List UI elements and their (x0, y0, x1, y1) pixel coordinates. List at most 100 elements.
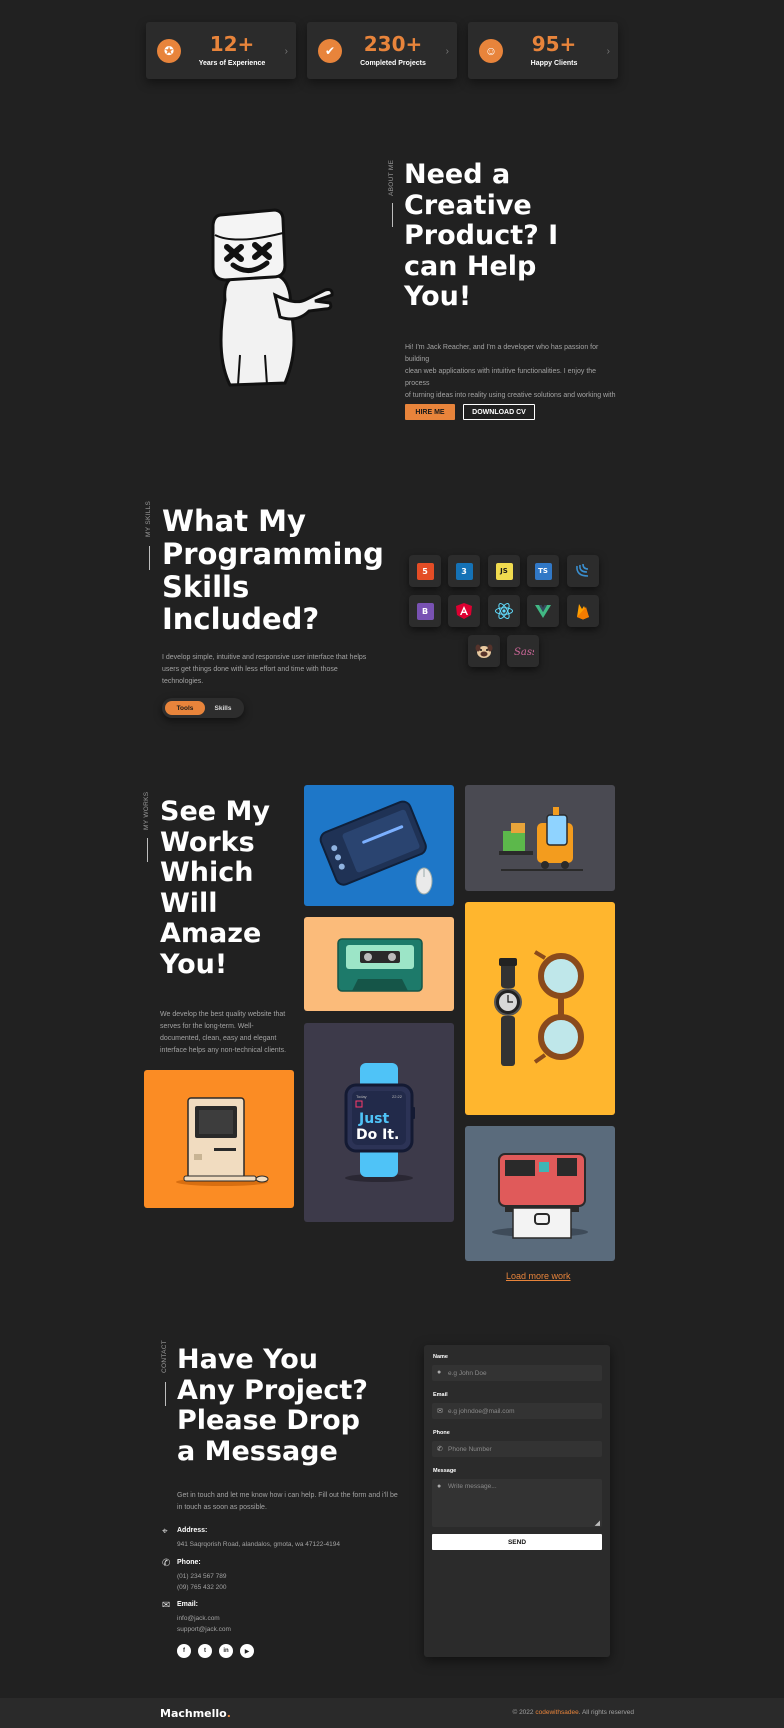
section-label-about: ABOUT ME (388, 159, 395, 196)
stat-card-experience[interactable]: ✪ 12+ Years of Experience › (146, 22, 296, 79)
email-label: Email (433, 1392, 448, 1398)
works-description-line: We develop the best quality website that (160, 1011, 286, 1018)
works-heading-line: Amaze (160, 918, 262, 949)
skills-description-line: technologies. (162, 678, 204, 685)
works-heading-line: See My (160, 796, 270, 827)
email-value-1: info@jack.com (177, 1615, 220, 1622)
contact-heading-line: a Message (177, 1435, 338, 1467)
skill-javascript[interactable]: JS (488, 555, 520, 587)
author-link[interactable]: codewithsadee (535, 1709, 578, 1716)
works-heading-line: Will (160, 887, 218, 919)
chat-icon: ● (437, 1483, 442, 1490)
skill-bootstrap[interactable]: B (409, 595, 441, 627)
email-input[interactable]: ✉ e.g johndoe@mail.com (432, 1403, 602, 1419)
about-description-line: of turning ideas into reality using crea… (405, 392, 616, 399)
html5-icon: 5 (416, 562, 434, 580)
phone-placeholder: Phone Number (448, 1445, 492, 1453)
skill-jquery[interactable] (567, 555, 599, 587)
works-description: We develop the best quality website that… (160, 1009, 295, 1057)
javascript-icon: JS (495, 562, 513, 580)
stat-card-clients[interactable]: ☺ 95+ Happy Clients › (468, 22, 618, 79)
work-item-watch-glasses[interactable] (465, 902, 615, 1115)
section-divider (165, 1382, 166, 1406)
send-button[interactable]: SEND (432, 1534, 602, 1550)
contact-description: Get in touch and let me know how i can h… (177, 1490, 402, 1514)
contact-description-line: in touch as soon as possible. (177, 1504, 267, 1511)
cassette-image (337, 938, 423, 992)
check-badge-icon: ✔ (318, 39, 342, 63)
name-input[interactable]: ● e.g John Doe (432, 1365, 602, 1381)
delivery-image (499, 807, 583, 871)
name-label: Name (433, 1354, 448, 1360)
facebook-icon[interactable]: f (177, 1644, 191, 1658)
about-heading-line: Need a (404, 159, 511, 190)
work-item-delivery[interactable] (465, 785, 615, 891)
sass-icon: Sass (514, 647, 534, 658)
work-item-retro-computer[interactable] (144, 1070, 294, 1208)
about-description-line: clean web applications with intuitive fu… (405, 368, 597, 387)
skills-description-line: I develop simple, intuitive and responsi… (162, 654, 367, 661)
resize-handle-icon[interactable]: ◢ (595, 1519, 600, 1527)
message-textarea[interactable]: ● Write message... ◢ (432, 1479, 602, 1527)
stat-label: Years of Experience (198, 60, 266, 67)
section-divider (147, 838, 148, 862)
linkedin-icon[interactable]: in (219, 1644, 233, 1658)
contact-description-line: Get in touch and let me know how i can h… (177, 1492, 398, 1499)
toggle-skills-button[interactable]: Skills (206, 701, 240, 715)
marshmello-character-illustration (211, 208, 334, 387)
email-value-2: support@jack.com (177, 1626, 231, 1633)
users-icon: ☺ (479, 39, 503, 63)
work-item-smartwatch[interactable]: Today 22:22 Just Do It. (304, 1023, 454, 1222)
skills-heading-line: Programming (162, 536, 384, 571)
skill-angular[interactable] (448, 595, 480, 627)
hire-me-button[interactable]: HIRE ME (405, 404, 455, 420)
toggle-tools-button[interactable]: Tools (165, 701, 205, 715)
section-divider (149, 546, 150, 570)
section-label-works: MY WORKS (143, 791, 150, 830)
drawing-tablet-image (319, 800, 433, 895)
watch-text-line-2: Do It. (356, 1127, 399, 1143)
skill-sass[interactable]: Sass (507, 635, 539, 667)
skill-firebase[interactable] (567, 595, 599, 627)
work-item-instant-camera[interactable] (465, 1126, 615, 1261)
phone-input[interactable]: ✆ Phone Number (432, 1441, 602, 1457)
chevron-right-icon: › (284, 46, 288, 57)
about-description-line: Hi! I'm Jack Reacher, and I'm a develope… (405, 344, 599, 363)
about-heading-line: You! (404, 281, 472, 312)
skill-react[interactable] (488, 595, 520, 627)
youtube-icon[interactable]: ▶ (240, 1644, 254, 1658)
brand-dot: . (226, 1707, 231, 1720)
skill-css3[interactable]: 3 (448, 555, 480, 587)
load-more-work-link[interactable]: Load more work (506, 1271, 571, 1281)
works-heading: See My Works Which Will Amaze You! (160, 796, 270, 980)
bootstrap-icon: B (416, 602, 434, 620)
download-cv-button[interactable]: DOWNLOAD CV (463, 404, 535, 420)
works-heading-line: Which (160, 857, 254, 888)
footer-brand[interactable]: Machmello. (160, 1707, 231, 1720)
work-item-drawing-tablet[interactable] (304, 785, 454, 906)
skills-heading-line: Skills (162, 569, 250, 604)
work-item-cassette[interactable] (304, 917, 454, 1011)
watch-time: 22:22 (392, 1094, 403, 1099)
stat-value: 230+ (363, 32, 423, 56)
stat-card-projects[interactable]: ✔ 230+ Completed Projects › (307, 22, 457, 79)
mail-icon: ✉ (437, 1408, 443, 1415)
skills-heading-line: What My (162, 504, 306, 538)
stat-label: Happy Clients (530, 60, 578, 67)
about-heading: Need a Creative Product? I can Help You! (404, 159, 558, 313)
footer-copyright: © 2022 codewithsadee. All rights reserve… (512, 1709, 634, 1716)
about-heading-line: can Help (404, 250, 537, 282)
tools-skills-toggle[interactable]: Tools Skills (162, 698, 244, 718)
skill-pug[interactable] (468, 635, 500, 667)
skills-description: I develop simple, intuitive and responsi… (162, 652, 367, 688)
skill-typescript[interactable]: TS (527, 555, 559, 587)
section-label-contact: CONTACT (161, 1339, 168, 1373)
skill-html5[interactable]: 5 (409, 555, 441, 587)
contact-heading-line: Please Drop (177, 1405, 360, 1436)
watch-glasses-image (494, 950, 584, 1066)
twitter-icon[interactable]: t (198, 1644, 212, 1658)
stat-value: 12+ (209, 32, 255, 56)
pug-icon (475, 644, 493, 658)
svg-text:Sass: Sass (514, 647, 534, 658)
skill-vue[interactable] (527, 595, 559, 627)
